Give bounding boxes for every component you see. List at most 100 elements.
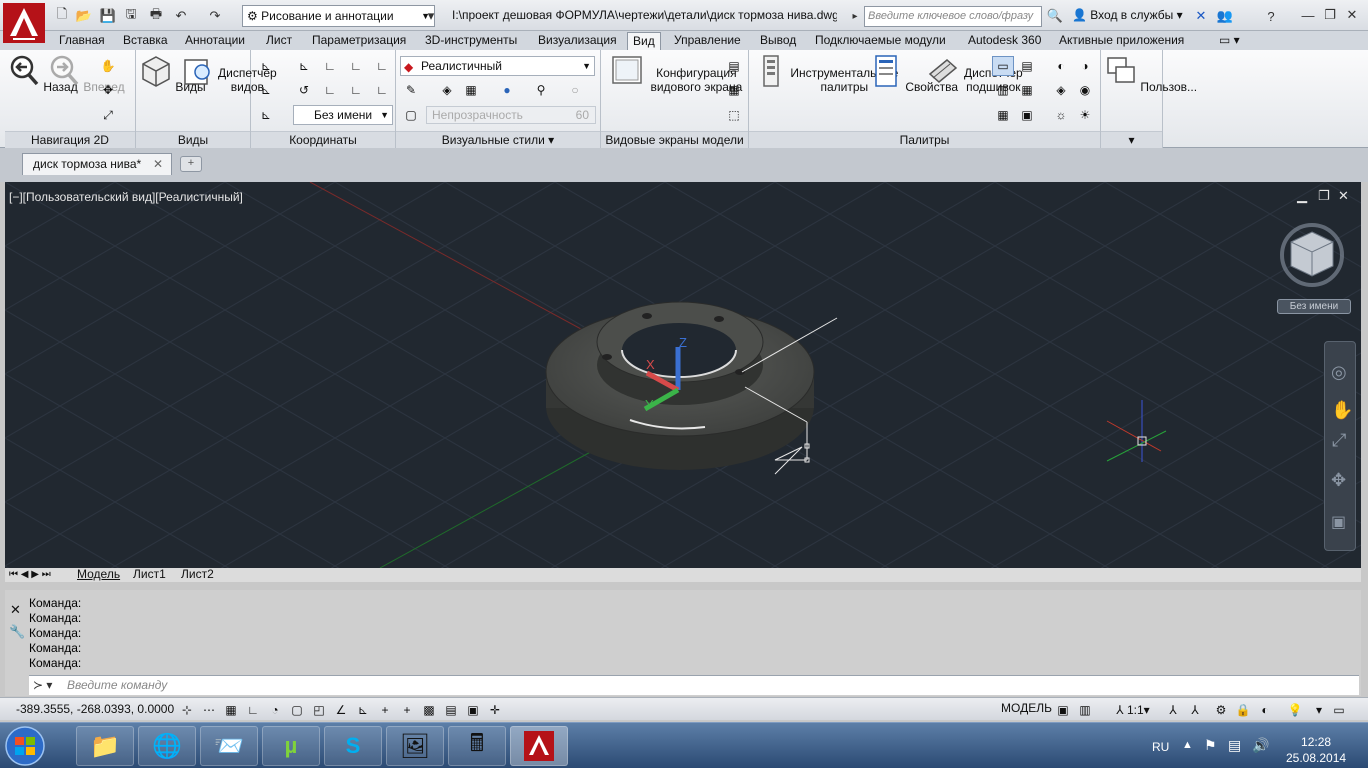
tab-first-icon[interactable]: ⏮ ◀ ▶ ⏭ — [9, 568, 51, 581]
restore-viewports-icon[interactable]: ⬚ — [723, 105, 745, 125]
command-input[interactable]: ≻ ▾ Введите команду — [29, 675, 1359, 695]
taskbar-utorrent[interactable]: µ — [262, 726, 320, 766]
auto-scale-icon[interactable]: ⅄ — [1186, 701, 1204, 718]
ucs-object-icon[interactable]: ∟ — [345, 80, 367, 100]
tab-view[interactable]: Вид — [627, 32, 661, 50]
signin-button[interactable]: 👤 Вход в службы ▾ — [1072, 8, 1183, 22]
lock-icon[interactable]: 🔒 — [1234, 701, 1252, 718]
isolate-objects-icon[interactable]: 💡 — [1286, 701, 1304, 718]
tab-manage[interactable]: Управление — [669, 32, 746, 50]
am-icon[interactable]: ✛ — [486, 701, 504, 718]
ucs-3point-icon[interactable]: ⊾ — [255, 105, 277, 125]
taskbar-calculator[interactable]: 🖩 — [448, 726, 506, 766]
sc-icon[interactable]: ▣ — [464, 701, 482, 718]
sphere-icon[interactable]: ● — [496, 80, 518, 100]
qa-menu-icon[interactable]: ▾ — [422, 7, 440, 25]
tray-network-icon[interactable]: ▤ — [1228, 737, 1241, 754]
tray-expand-icon[interactable]: ▲ — [1182, 739, 1193, 751]
ucs-origin-icon[interactable]: ⊾ — [255, 80, 277, 100]
exchange-icon[interactable]: ✕ — [1192, 7, 1210, 25]
annotation-visibility-icon[interactable]: ⅄ — [1164, 701, 1182, 718]
tab-render[interactable]: Визуализация — [533, 32, 622, 50]
ucs-world-icon[interactable]: ⊾ — [293, 56, 315, 76]
ucs-face-icon[interactable]: ∟ — [371, 80, 393, 100]
language-indicator[interactable]: RU — [1152, 740, 1169, 754]
markup-icon[interactable]: ▤ — [1016, 56, 1038, 76]
tab-insert[interactable]: Вставка — [118, 32, 173, 50]
viewport-close-icon[interactable]: ✕ — [1338, 188, 1349, 204]
taskbar-mail[interactable]: 📨 — [200, 726, 258, 766]
document-tab[interactable]: диск тормоза нива* ✕ — [22, 153, 172, 175]
polar-icon[interactable]: ◔ — [266, 701, 284, 718]
lights-palette-icon[interactable]: ◈ — [1050, 80, 1072, 100]
tab-annotate[interactable]: Аннотации — [180, 32, 250, 50]
3d-osnap-icon[interactable]: ◰ — [310, 701, 328, 718]
minimize-icon[interactable]: — — [1298, 6, 1318, 24]
visual-styles-manager-icon[interactable]: ◉ — [1074, 80, 1096, 100]
redo-icon[interactable]: ↷ — [206, 7, 224, 25]
print-icon[interactable]: 🖶 — [147, 6, 165, 25]
undo-icon[interactable]: ↶ — [172, 7, 190, 25]
tray-volume-icon[interactable]: 🔊 — [1252, 737, 1269, 754]
ucs-y-icon[interactable]: ∟ — [345, 56, 367, 76]
close-icon[interactable]: ✕ — [1342, 6, 1362, 24]
named-viewports-icon[interactable]: ▤ — [723, 56, 745, 76]
quick-view-layouts-icon[interactable]: ▣ — [1054, 701, 1072, 718]
tab-layout1[interactable]: Лист1 — [133, 568, 166, 581]
tab-autodesk-360[interactable]: Autodesk 360 — [963, 32, 1046, 50]
hardware-accel-icon[interactable]: ◐ — [1256, 701, 1274, 718]
edge-effects-icon[interactable]: ✎ — [400, 80, 422, 100]
tab-model[interactable]: Модель — [77, 568, 120, 581]
pan-icon[interactable]: ✋ — [97, 56, 119, 76]
pan-icon[interactable]: ✋ — [1331, 400, 1353, 421]
binoculars-icon[interactable]: 🔍 — [1046, 7, 1064, 25]
steering-wheel-icon[interactable]: ◎ — [1331, 362, 1347, 383]
zoom-extents-icon[interactable]: ⤢ — [97, 105, 119, 125]
restore-icon[interactable]: ❐ — [1320, 6, 1340, 24]
expand-icon[interactable]: ▸ — [846, 7, 864, 25]
zoom-icon[interactable]: ⤢ — [1332, 430, 1346, 451]
viewcube[interactable] — [1280, 223, 1344, 287]
save-icon[interactable]: 💾 — [99, 7, 117, 25]
model-space-button[interactable]: МОДЕЛЬ — [1001, 701, 1052, 715]
taskbar-skype[interactable]: S — [324, 726, 382, 766]
visual-style-select[interactable]: ◆ Реалистичный ▼ — [400, 56, 595, 76]
tab-layout2[interactable]: Лист2 — [181, 568, 214, 581]
community-icon[interactable]: 👥 — [1216, 7, 1234, 25]
osnap-icon[interactable]: ▢ — [288, 701, 306, 718]
statusbar-menu-icon[interactable]: ▾ — [1310, 701, 1328, 718]
viewport-minimize-icon[interactable]: ▁ — [1297, 188, 1307, 204]
tray-flag-icon[interactable]: ⚑ — [1204, 737, 1217, 754]
clean-screen-icon[interactable]: ▭ — [1330, 701, 1348, 718]
design-center-icon[interactable]: ▥ — [992, 80, 1014, 100]
tab-parametric[interactable]: Параметризация — [307, 32, 411, 50]
face-style-icon[interactable]: ◈ — [436, 80, 458, 100]
taskbar-chrome[interactable]: 🌐 — [138, 726, 196, 766]
viewport-label[interactable]: [−][Пользовательский вид][Реалистичный] — [9, 190, 243, 204]
material-icon[interactable]: ▦ — [460, 80, 482, 100]
ucs-x-icon[interactable]: ∟ — [319, 56, 341, 76]
help-icon[interactable]: ? — [1262, 7, 1280, 25]
showmotion-icon[interactable]: ▣ — [1331, 512, 1346, 532]
ortho-icon[interactable]: ∟ — [244, 701, 262, 718]
open-icon[interactable]: 📂 — [75, 7, 93, 25]
annotation-scale-select[interactable]: ⅄ 1:1 ▾ — [1110, 701, 1156, 718]
ribbon-options-icon[interactable]: ▭ ▾ — [1214, 32, 1245, 50]
orbit-icon[interactable]: ✥ — [97, 80, 119, 100]
tab-3d-tools[interactable]: 3D-инструменты — [420, 32, 522, 50]
taskbar-autocad[interactable] — [510, 726, 568, 766]
render-window-icon[interactable]: ◐ — [1050, 56, 1072, 76]
ucs-icon[interactable]: ⊾ — [255, 56, 277, 76]
search-input[interactable]: Введите ключевое слово/фразу — [864, 6, 1042, 27]
opacity-icon[interactable]: ▢ — [400, 105, 422, 125]
workspace-select[interactable]: ⚙ Рисование и аннотации ▼ — [242, 5, 435, 27]
tab-featured-apps[interactable]: Активные приложения — [1054, 32, 1189, 50]
windows-start-icon[interactable] — [2, 725, 48, 767]
sun-icon[interactable]: ☼ — [1050, 105, 1072, 125]
palette-toggle-icon[interactable]: ▭ — [992, 56, 1014, 76]
otrack-icon[interactable]: ∠ — [332, 701, 350, 718]
ucs-name-select[interactable]: Без имени ▼ — [293, 105, 393, 125]
workspace-switch-icon[interactable]: ⚙ — [1212, 701, 1230, 718]
tab-plugins[interactable]: Подключаемые модули — [810, 32, 951, 50]
lightbulb-icon[interactable]: ☀ — [1074, 105, 1096, 125]
